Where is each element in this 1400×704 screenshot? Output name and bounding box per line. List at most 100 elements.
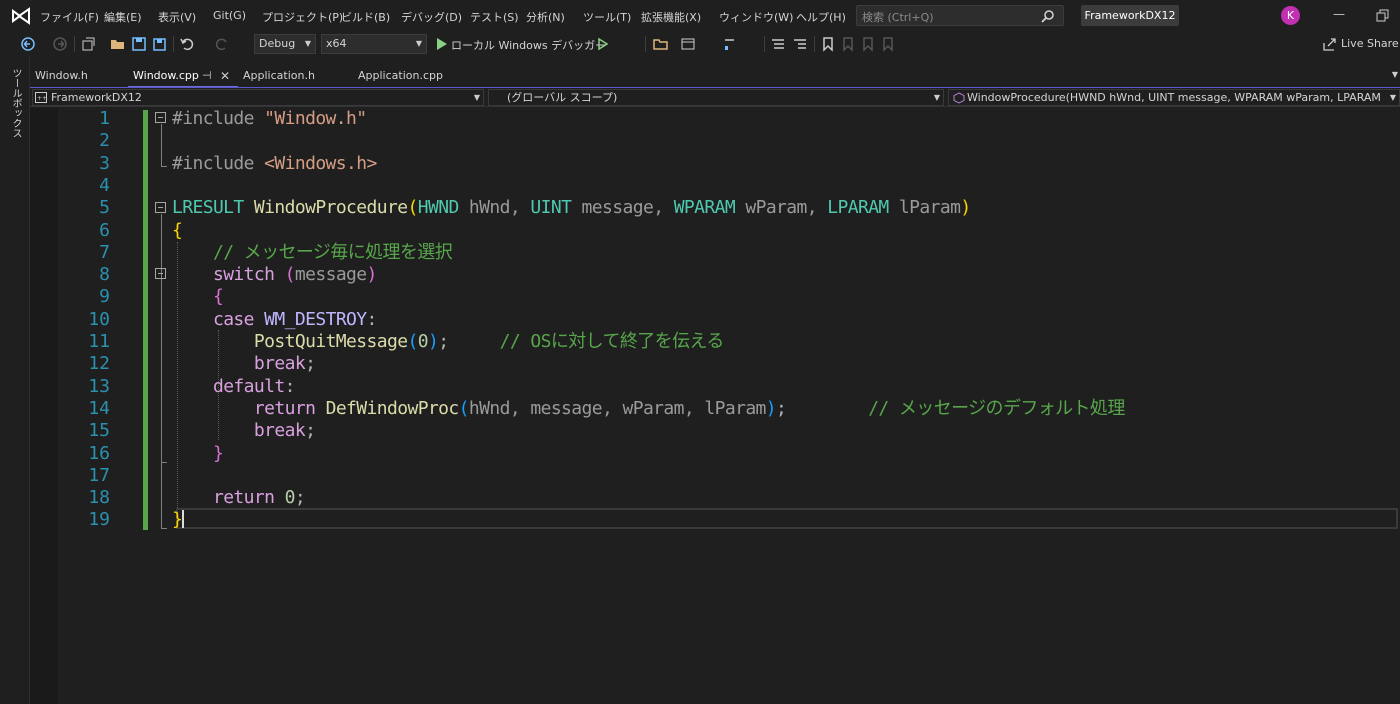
uncomment-lines-icon[interactable] (792, 36, 808, 52)
menu-file[interactable]: ファイル(F) (40, 9, 99, 25)
menu-window[interactable]: ウィンドウ(W) (719, 9, 793, 25)
pin-icon[interactable]: ⊣ (202, 66, 212, 86)
code-line[interactable]: 14 return DefWindowProc(hWnd, message, w… (30, 398, 1400, 420)
menu-debug[interactable]: デバッグ(D) (401, 9, 462, 25)
code-line[interactable]: 2 (30, 130, 1400, 152)
line-number: 17 (88, 464, 110, 486)
code-line[interactable]: 19} (30, 509, 1400, 531)
toolbox-tab[interactable]: ツールボックス (8, 68, 23, 138)
navigate-forward-icon[interactable] (52, 36, 68, 52)
navigate-back-icon[interactable] (20, 36, 36, 52)
code-line[interactable]: 7 // メッセージ毎に処理を選択 (30, 242, 1400, 264)
visual-studio-logo-icon[interactable] (10, 7, 32, 25)
bookmark-icon[interactable] (820, 36, 836, 52)
code-line[interactable]: 4 (30, 175, 1400, 197)
code-line[interactable]: 5 LRESULT WindowProcedure(HWND hWnd, UINT… (30, 197, 1400, 219)
code-token: wParam, (735, 197, 828, 219)
code-token: // OSに対して終了を伝える (499, 331, 725, 352)
project-dropdown[interactable]: ++ FrameworkDX12 ▼ (32, 89, 484, 106)
code-line[interactable]: 13 default: (30, 376, 1400, 398)
menu-analyze[interactable]: 分析(N) (526, 9, 565, 25)
save-icon[interactable] (131, 36, 147, 52)
new-project-icon[interactable] (80, 36, 96, 52)
line-number: 13 (88, 375, 110, 397)
code-token: ; (305, 420, 316, 442)
code-line[interactable]: 17 (30, 465, 1400, 487)
redo-icon[interactable] (214, 36, 230, 52)
avatar[interactable]: K (1281, 6, 1300, 25)
menu-extensions[interactable]: 拡張機能(X) (641, 9, 701, 25)
tab-window-h[interactable]: Window.h (30, 66, 128, 88)
start-debugging-icon[interactable] (434, 36, 450, 52)
toolbox-sidebar: ツールボックス (0, 56, 30, 704)
step-over-icon[interactable] (722, 36, 738, 52)
minimize-icon[interactable]: — (1330, 7, 1348, 25)
menu-tools[interactable]: ツール(T) (583, 9, 631, 25)
start-debugging-button[interactable]: ローカル Windows デバッガー (451, 37, 606, 53)
tab-application-cpp[interactable]: Application.cpp (353, 66, 479, 88)
comment-lines-icon[interactable] (770, 36, 786, 52)
cpp-project-icon: ++ (35, 92, 47, 103)
chevron-down-icon: ▼ (473, 93, 480, 102)
tab-application-h[interactable]: Application.h (238, 66, 353, 88)
code-line[interactable]: 8 switch (message) (30, 264, 1400, 286)
start-without-debugging-icon[interactable] (595, 36, 611, 52)
live-share-icon[interactable] (1322, 36, 1338, 52)
scope-dropdown[interactable]: (グローバル スコープ) ▼ (488, 89, 944, 106)
solution-configuration-select[interactable]: Debug ▼ (254, 34, 316, 54)
tab-overflow-chevron-icon[interactable]: ▼ (1392, 70, 1398, 79)
code-line[interactable]: 10 case WM_DESTROY: (30, 309, 1400, 331)
toolbar-separator (645, 36, 646, 52)
code-line[interactable]: 1 #include "Window.h" (30, 108, 1400, 130)
menu-test[interactable]: テスト(S) (470, 9, 519, 25)
code-text: break; (172, 353, 316, 375)
solution-name-badge[interactable]: FrameworkDX12 (1081, 5, 1179, 26)
save-all-icon[interactable] (151, 36, 167, 52)
code-token: ; (776, 397, 869, 419)
code-line[interactable]: 3 #include <Windows.h> (30, 153, 1400, 175)
code-token: ( (458, 397, 470, 419)
code-token: #include (172, 152, 265, 174)
code-line[interactable]: 9 { (30, 286, 1400, 308)
toolbar-separator (74, 36, 75, 52)
platform-value: x64 (326, 37, 347, 50)
code-line[interactable]: 11 PostQuitMessage(0); // OSに対して終了を伝える (30, 331, 1400, 353)
close-icon[interactable]: ✕ (220, 66, 230, 86)
code-line[interactable]: 12 break; (30, 353, 1400, 375)
code-token: WPARAM (673, 197, 736, 219)
code-token: HWND (417, 197, 460, 219)
window-layout-icon[interactable] (680, 36, 696, 52)
solution-platform-select[interactable]: x64 ▼ (321, 34, 427, 54)
code-line[interactable]: 16 } (30, 443, 1400, 465)
code-token: "Window.h" (264, 108, 367, 129)
code-line[interactable]: 18 return 0; (30, 487, 1400, 509)
code-token: ) (427, 331, 439, 352)
undo-icon[interactable] (179, 36, 195, 52)
menu-git[interactable]: Git(G) (213, 9, 246, 22)
code-line[interactable]: 15 break; (30, 420, 1400, 442)
restore-window-icon[interactable] (1376, 9, 1390, 23)
code-line[interactable]: 6{ (30, 220, 1400, 242)
search-input[interactable]: 検索 (Ctrl+Q) (856, 5, 1064, 26)
next-bookmark-icon[interactable] (860, 36, 876, 52)
menu-build[interactable]: ビルド(B) (341, 9, 390, 25)
menu-view[interactable]: 表示(V) (158, 9, 196, 25)
member-dropdown[interactable]: WindowProcedure(HWND hWnd, UINT message,… (948, 89, 1400, 106)
code-editor[interactable]: 1 #include "Window.h" 2 3 #include <Windows.… (30, 108, 1400, 704)
live-share-button[interactable]: Live Share (1341, 37, 1399, 50)
menu-project[interactable]: プロジェクト(P) (262, 9, 343, 25)
code-token: 0 (284, 487, 296, 509)
clear-bookmarks-icon[interactable] (880, 36, 896, 52)
previous-bookmark-icon[interactable] (840, 36, 856, 52)
menu-edit[interactable]: 編集(E) (104, 9, 142, 25)
code-token: case (212, 308, 255, 330)
tab-window-cpp[interactable]: Window.cpp ⊣ ✕ (128, 66, 238, 88)
browse-folder-icon[interactable] (653, 36, 669, 52)
open-folder-icon[interactable] (110, 36, 126, 52)
menu-help[interactable]: ヘルプ(H) (796, 9, 846, 25)
